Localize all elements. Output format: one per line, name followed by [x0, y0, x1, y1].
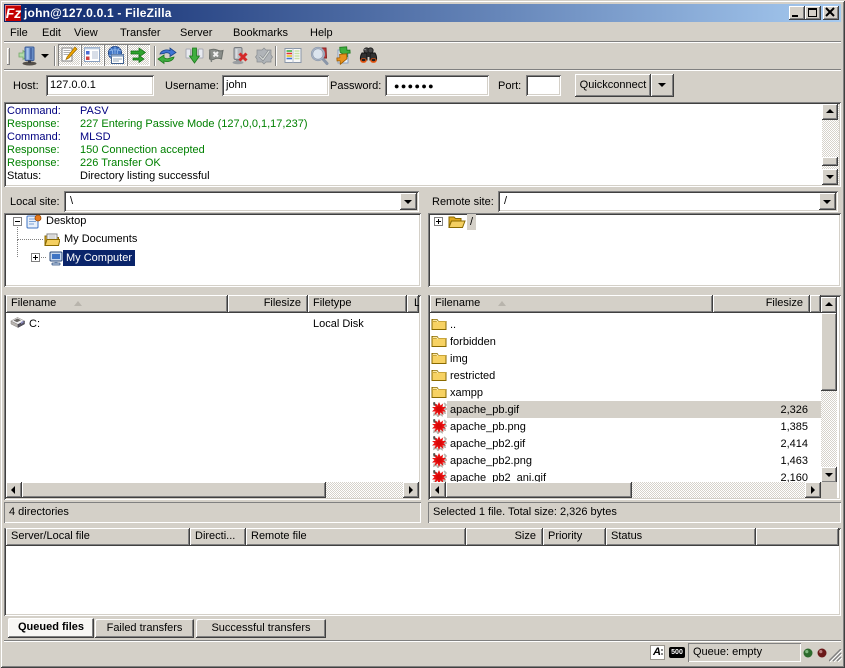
- svg-text:Fz: Fz: [6, 5, 21, 21]
